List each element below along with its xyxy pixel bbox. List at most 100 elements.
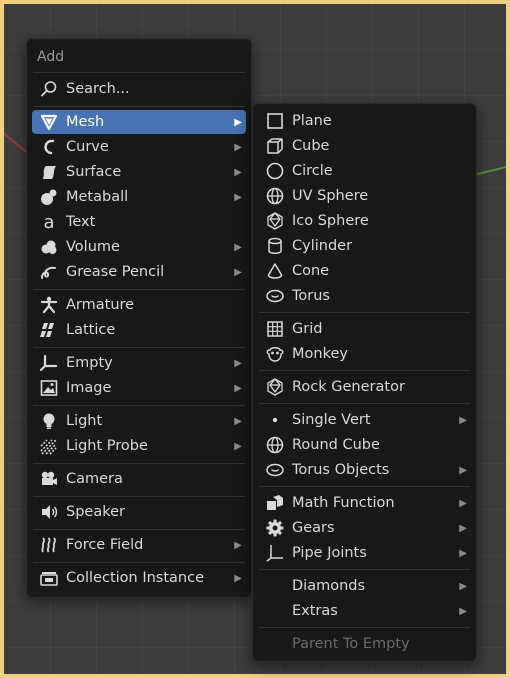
menu-item-curve[interactable]: Curve ▶ [32,135,246,159]
mesh-item-cylinder[interactable]: Cylinder [258,234,471,258]
mesh-item-diamonds[interactable]: Diamonds ▶ [258,574,471,598]
divider [33,496,245,497]
add-menu: Add Search... Mesh ▶ Curve ▶ Surface ▶ M… [26,38,252,598]
text-icon: a [38,211,60,233]
submenu-arrow-icon: ▶ [234,382,242,394]
grid-icon [264,318,286,340]
mesh-submenu: Plane Cube Circle UV Sphere Ico Sphere C… [252,103,477,662]
mesh-item-uv-sphere[interactable]: UV Sphere [258,184,471,208]
mesh-item-rock-generator[interactable]: Rock Generator [258,375,471,399]
submenu-arrow-icon: ▶ [234,539,242,551]
menu-item-surface[interactable]: Surface ▶ [32,160,246,184]
metaball-icon [38,186,60,208]
circle-icon [264,160,286,182]
menu-item-grease-pencil[interactable]: Grease Pencil ▶ [32,260,246,284]
mesh-item-extras[interactable]: Extras ▶ [258,599,471,623]
menu-item-collection-instance[interactable]: Collection Instance ▶ [32,566,246,590]
cone-icon [264,260,286,282]
mesh-item-grid[interactable]: Grid [258,317,471,341]
gear-icon [264,517,286,539]
volume-cloud-icon [38,236,60,258]
divider [33,289,245,290]
svg-text:a: a [43,212,54,232]
divider [259,569,470,570]
mesh-item-monkey[interactable]: Monkey [258,342,471,366]
menu-item-lattice[interactable]: Lattice [32,318,246,342]
mesh-item-cube[interactable]: Cube [258,134,471,158]
divider [33,72,245,73]
monkey-icon [264,343,286,365]
search-icon [38,78,60,100]
blank-icon [264,633,286,655]
mesh-item-cone[interactable]: Cone [258,259,471,283]
mesh-item-torus[interactable]: Torus [258,284,471,308]
curve-icon [38,136,60,158]
submenu-arrow-icon: ▶ [234,141,242,153]
cube-icon [264,135,286,157]
divider [259,627,470,628]
mesh-item-torus-objects[interactable]: Torus Objects ▶ [258,458,471,482]
surface-icon [38,161,60,183]
submenu-arrow-icon: ▶ [459,605,467,617]
menu-item-camera[interactable]: Camera [32,467,246,491]
submenu-arrow-icon: ▶ [459,522,467,534]
blank-icon [264,600,286,622]
pipe-joints-icon [264,542,286,564]
menu-item-armature[interactable]: Armature [32,293,246,317]
submenu-arrow-icon: ▶ [234,440,242,452]
divider [259,486,470,487]
mesh-item-ico-sphere[interactable]: Ico Sphere [258,209,471,233]
torus-icon [264,285,286,307]
submenu-arrow-icon: ▶ [234,572,242,584]
plane-icon [264,110,286,132]
search-item[interactable]: Search... [32,77,246,101]
submenu-arrow-icon: ▶ [234,241,242,253]
menu-item-volume[interactable]: Volume ▶ [32,235,246,259]
divider [259,370,470,371]
menu-item-light-probe[interactable]: Light Probe ▶ [32,434,246,458]
mesh-item-plane[interactable]: Plane [258,109,471,133]
divider [33,562,245,563]
mesh-item-round-cube[interactable]: Round Cube [258,433,471,457]
divider [33,405,245,406]
submenu-arrow-icon: ▶ [234,415,242,427]
menu-item-empty[interactable]: Empty ▶ [32,351,246,375]
light-bulb-icon [38,410,60,432]
mesh-item-circle[interactable]: Circle [258,159,471,183]
ico-sphere-icon [264,210,286,232]
submenu-arrow-icon: ▶ [459,580,467,592]
search-label: Search... [66,81,130,97]
menu-item-light[interactable]: Light ▶ [32,409,246,433]
uv-sphere-icon [264,185,286,207]
menu-item-image[interactable]: Image ▶ [32,376,246,400]
submenu-arrow-icon: ▶ [234,166,242,178]
mesh-item-single-vert[interactable]: Single Vert ▶ [258,408,471,432]
force-field-icon [38,534,60,556]
round-cube-icon [264,434,286,456]
empty-axes-icon [38,352,60,374]
rock-generator-icon [264,376,286,398]
menu-title: Add [37,49,65,65]
light-probe-icon [38,435,60,457]
mesh-item-pipe-joints[interactable]: Pipe Joints ▶ [258,541,471,565]
menu-item-mesh[interactable]: Mesh ▶ [32,110,246,134]
collection-instance-icon [38,567,60,589]
menu-item-speaker[interactable]: Speaker [32,500,246,524]
menu-item-metaball[interactable]: Metaball ▶ [32,185,246,209]
blank-icon [264,575,286,597]
y-axis-line [473,161,506,176]
submenu-arrow-icon: ▶ [459,547,467,559]
submenu-arrow-icon: ▶ [459,414,467,426]
menu-item-force-field[interactable]: Force Field ▶ [32,533,246,557]
mesh-item-gears[interactable]: Gears ▶ [258,516,471,540]
grease-pencil-icon [38,261,60,283]
submenu-arrow-icon: ▶ [459,464,467,476]
divider [33,106,245,107]
cylinder-icon [264,235,286,257]
mesh-item-math-function[interactable]: Math Function ▶ [258,491,471,515]
mesh-item-parent-to-empty: Parent To Empty [258,632,471,656]
armature-icon [38,294,60,316]
menu-item-text[interactable]: a Text [32,210,246,234]
camera-icon [38,468,60,490]
lattice-icon [38,319,60,341]
